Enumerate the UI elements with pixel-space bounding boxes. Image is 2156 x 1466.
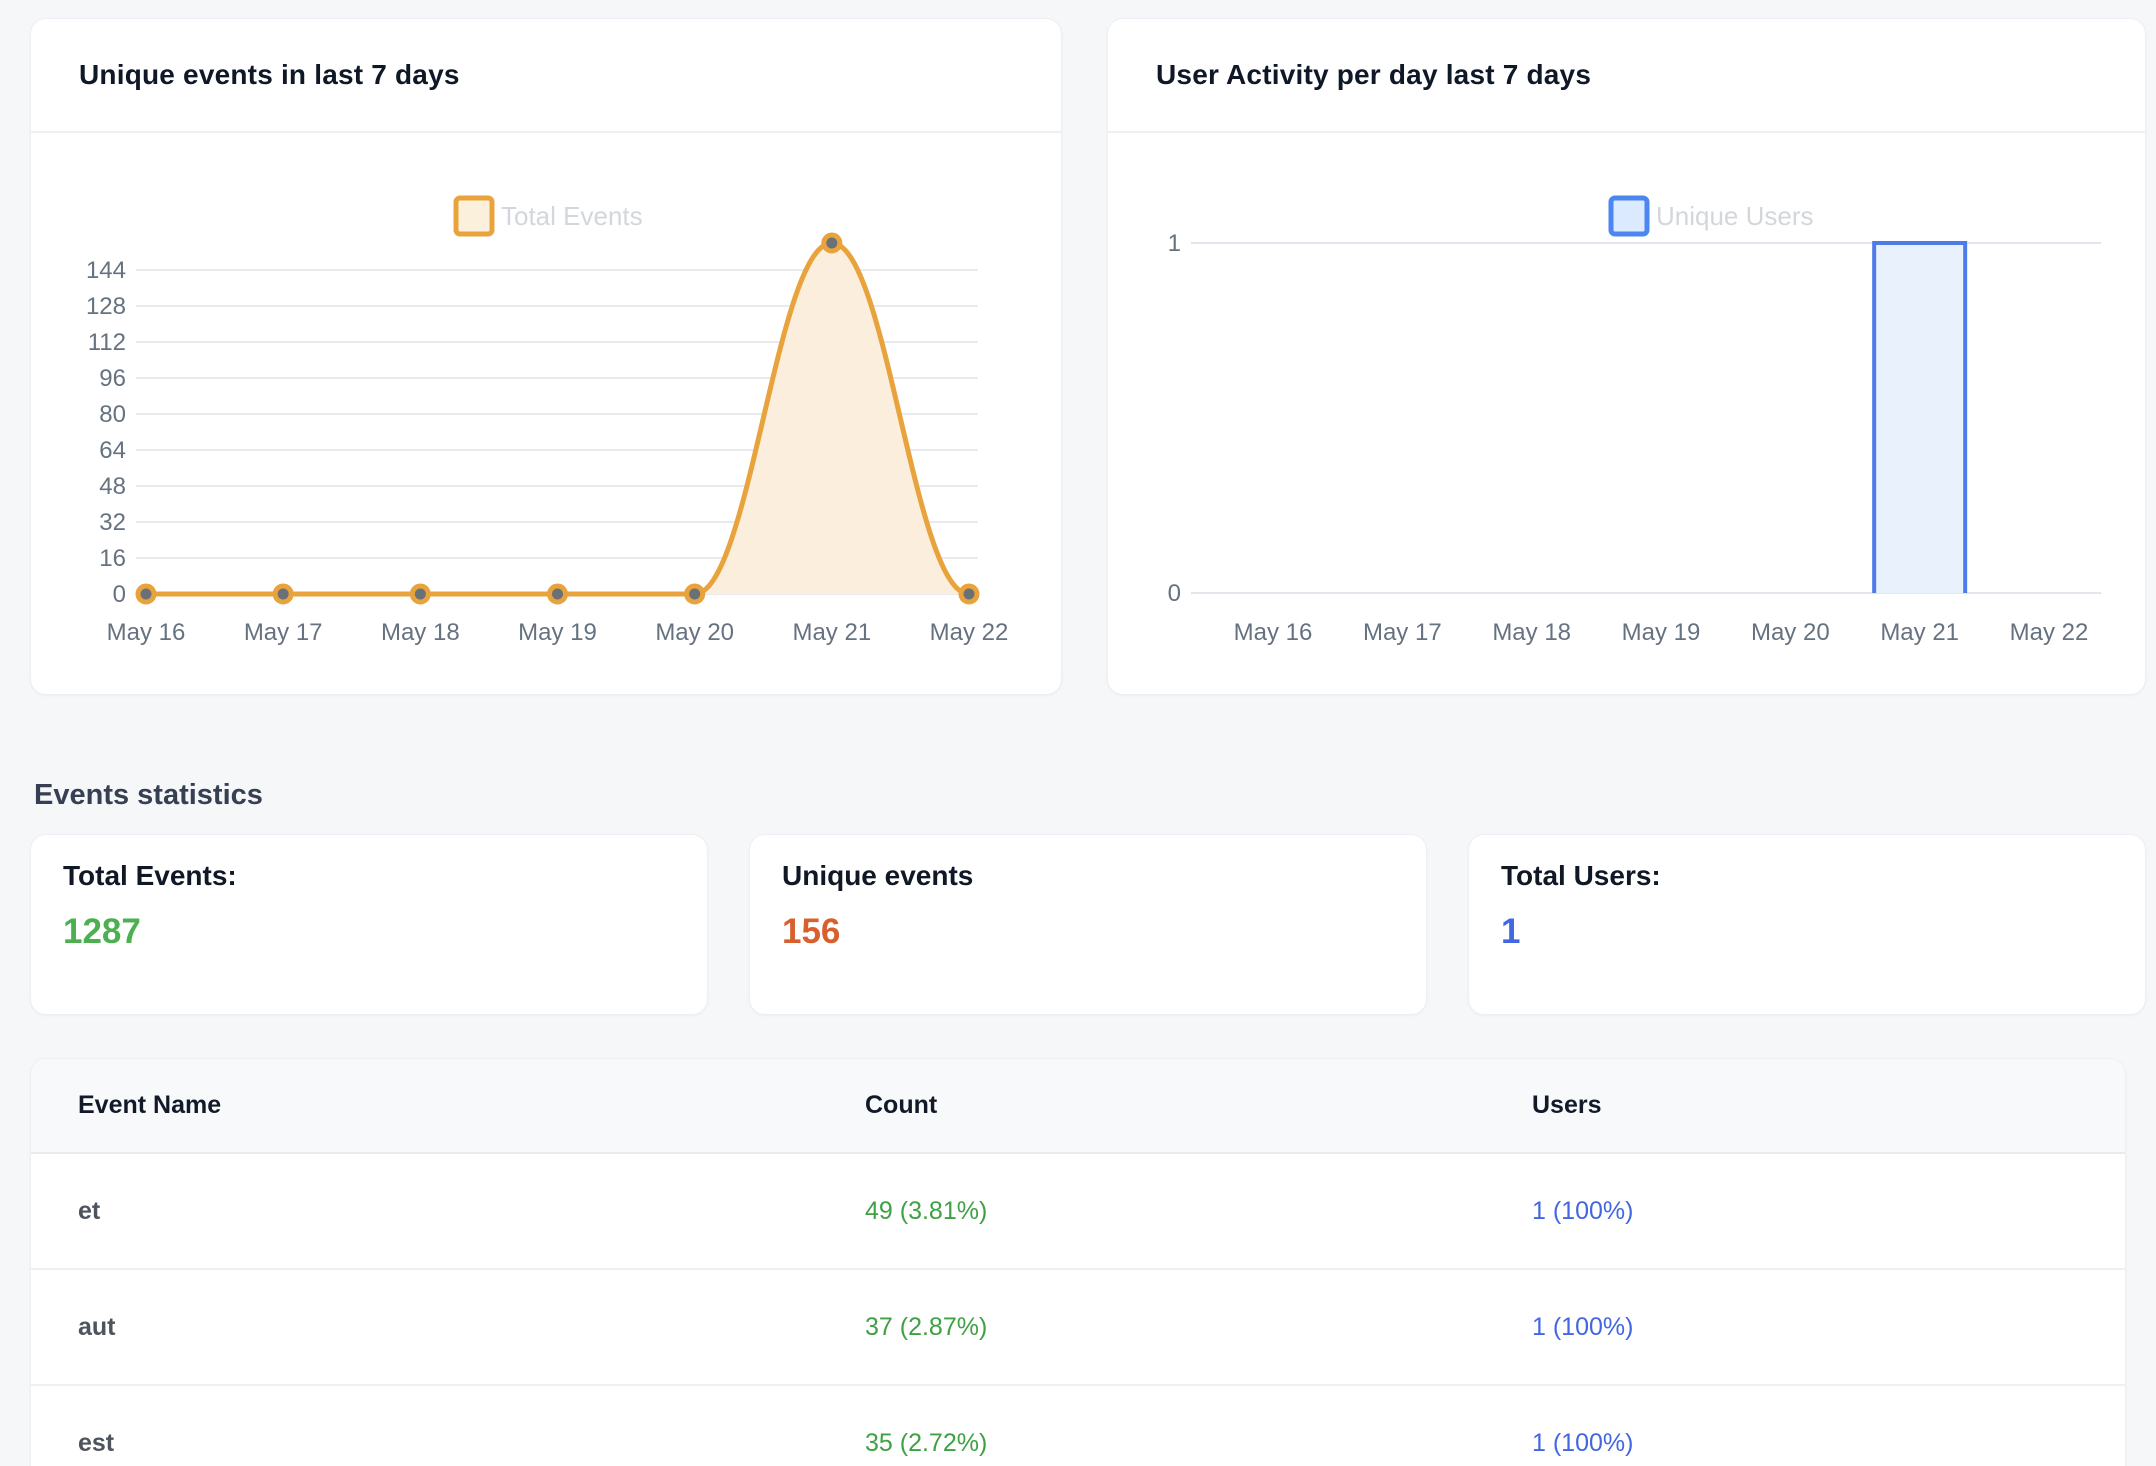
x-tick-label: May 16 xyxy=(1234,619,1313,646)
y-tick-label: 144 xyxy=(86,257,126,284)
data-point-marker[interactable] xyxy=(550,586,566,602)
x-tick-label: May 22 xyxy=(2010,619,2089,646)
event-name-cell: aut xyxy=(31,1269,818,1385)
y-tick-label: 0 xyxy=(1168,580,1181,607)
x-tick-label: May 21 xyxy=(1880,619,1959,646)
table-row: est35 (2.72%)1 (100%) xyxy=(31,1385,2125,1466)
user-activity-chart-title: User Activity per day last 7 days xyxy=(1108,19,2145,133)
y-tick-label: 0 xyxy=(113,581,126,608)
stat-label: Unique events xyxy=(782,857,1396,895)
data-point-marker[interactable] xyxy=(138,586,154,602)
legend-label: Total Events xyxy=(501,201,643,231)
x-tick-label: May 17 xyxy=(244,619,323,646)
unique-events-chart-card: Unique events in last 7 days 0 16 32 48 64 80… xyxy=(30,18,1062,695)
event-name-cell: et xyxy=(31,1153,818,1269)
data-point-marker[interactable] xyxy=(412,586,428,602)
table-row: et49 (3.81%)1 (100%) xyxy=(31,1153,2125,1269)
unique-events-chart-title: Unique events in last 7 days xyxy=(31,19,1061,133)
y-tick-label: 16 xyxy=(99,545,126,572)
stat-card-unique-events: Unique events 156 xyxy=(749,834,1427,1015)
legend-box xyxy=(456,198,492,234)
count-cell: 49 (3.81%) xyxy=(818,1153,1485,1269)
events-statistics-heading: Events statistics xyxy=(34,775,2126,815)
events-table-header: Event NameCountUsers xyxy=(31,1059,2125,1153)
users-cell: 1 (100%) xyxy=(1485,1385,2125,1466)
users-cell: 1 (100%) xyxy=(1485,1269,2125,1385)
y-tick-label: 96 xyxy=(99,365,126,392)
chart-legend[interactable]: Unique Users xyxy=(1611,198,1814,234)
stat-value: 1 xyxy=(1501,909,2115,955)
bar[interactable] xyxy=(1876,245,1963,593)
x-tick-label: May 19 xyxy=(518,619,597,646)
users-cell: 1 (100%) xyxy=(1485,1153,2125,1269)
data-point-marker[interactable] xyxy=(687,586,703,602)
x-tick-label: May 20 xyxy=(1751,619,1830,646)
user-activity-chart-card: User Activity per day last 7 days 0 1 May … xyxy=(1107,18,2146,695)
y-tick-label: 128 xyxy=(86,293,126,320)
column-header-count: Count xyxy=(818,1059,1485,1153)
charts-row: Unique events in last 7 days 0 16 32 48 64 80… xyxy=(30,18,2126,695)
y-tick-label: 80 xyxy=(99,401,126,428)
column-header-event-name: Event Name xyxy=(31,1059,818,1153)
table-header-row: Event NameCountUsers xyxy=(31,1059,2125,1153)
y-tick-label: 1 xyxy=(1168,230,1181,257)
data-point-marker[interactable] xyxy=(824,235,840,251)
x-tick-label: May 22 xyxy=(930,619,1009,646)
events-table-card: Event NameCountUsers et49 (3.81%)1 (100%… xyxy=(30,1058,2126,1466)
y-tick-label: 32 xyxy=(99,509,126,536)
x-tick-label: May 18 xyxy=(1492,619,1571,646)
column-header-users: Users xyxy=(1485,1059,2125,1153)
legend-box xyxy=(1611,198,1647,234)
stat-card-total-users: Total Users: 1 xyxy=(1468,834,2146,1015)
x-tick-label: May 20 xyxy=(655,619,734,646)
x-tick-label: May 16 xyxy=(107,619,186,646)
x-tick-label: May 18 xyxy=(381,619,460,646)
analytics-dashboard-page: { "page": { "background": "#f6f7f9" }, "… xyxy=(0,0,2156,1466)
count-cell: 37 (2.87%) xyxy=(818,1269,1485,1385)
stat-label: Total Events: xyxy=(63,857,677,895)
stats-row: Total Events: 1287 Unique events 156 Tot… xyxy=(30,834,2126,1015)
table-row: aut37 (2.87%)1 (100%) xyxy=(31,1269,2125,1385)
x-tick-label: May 21 xyxy=(792,619,871,646)
unique-users-bar-chart[interactable]: 0 1 May 16 May 17 May 18 May 19 May 20 May 21 Ma… xyxy=(1108,188,2145,663)
x-tick-label: May 17 xyxy=(1363,619,1442,646)
legend-label: Unique Users xyxy=(1656,201,1814,231)
data-point-marker[interactable] xyxy=(275,586,291,602)
event-name-cell: est xyxy=(31,1385,818,1466)
y-tick-label: 112 xyxy=(88,329,126,356)
stat-value: 1287 xyxy=(63,909,677,955)
stat-value: 156 xyxy=(782,909,1396,955)
chart-legend[interactable]: Total Events xyxy=(456,198,643,234)
total-events-line-chart[interactable]: 0 16 32 48 64 80 96 112 128 144 May 16 May 17 May 18… xyxy=(31,188,1061,663)
events-table: Event NameCountUsers et49 (3.81%)1 (100%… xyxy=(31,1059,2125,1466)
stat-label: Total Users: xyxy=(1501,857,2115,895)
count-cell: 35 (2.72%) xyxy=(818,1385,1485,1466)
stat-card-total-events: Total Events: 1287 xyxy=(30,834,708,1015)
data-point-marker[interactable] xyxy=(961,586,977,602)
x-tick-label: May 19 xyxy=(1622,619,1701,646)
y-tick-label: 64 xyxy=(99,437,126,464)
y-tick-label: 48 xyxy=(99,473,126,500)
area-fill xyxy=(146,243,969,594)
